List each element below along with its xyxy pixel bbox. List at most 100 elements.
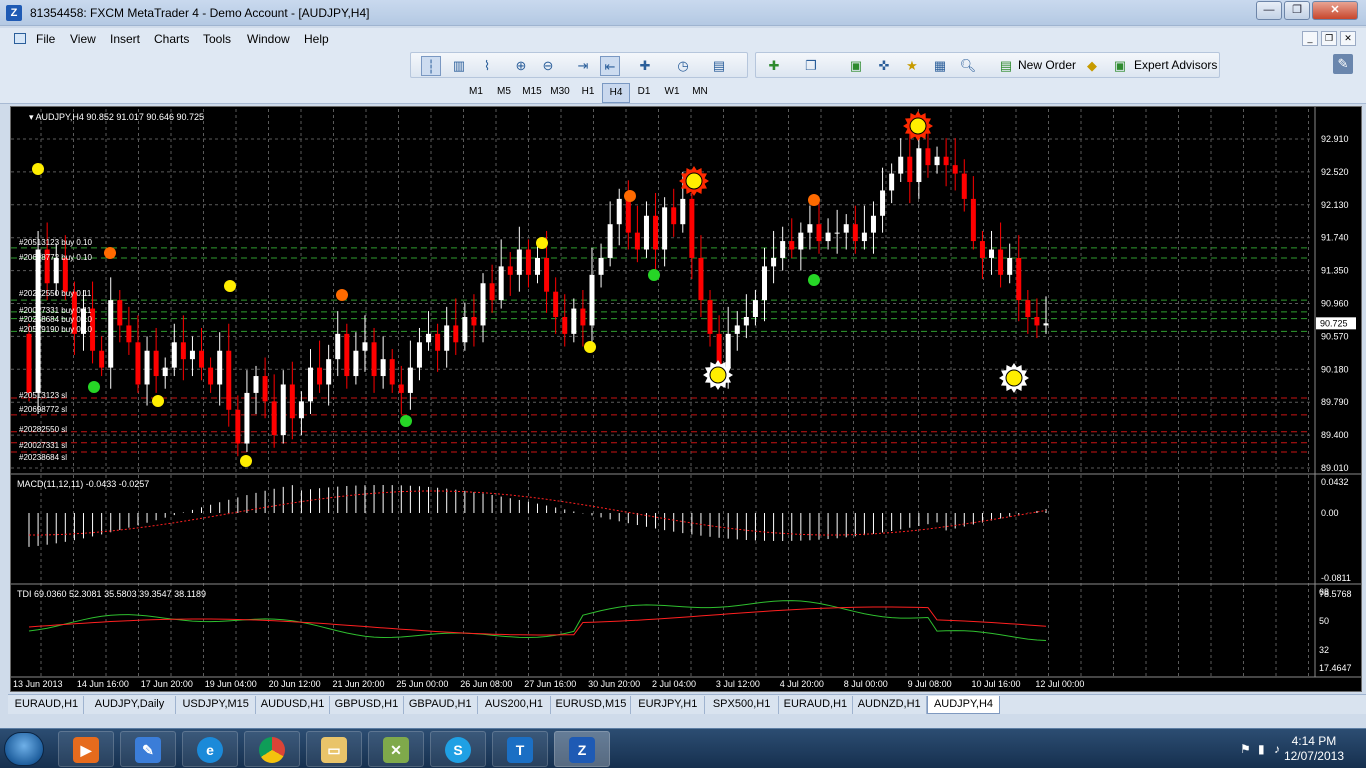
tf-h1[interactable]: H1 [574, 83, 602, 103]
date-label: 14 Jun 16:00 [77, 679, 129, 689]
price-chart-svg[interactable]: ▾ AUDJPY,H4 90.852 91.017 90.646 90.725 #… [11, 107, 1361, 691]
tf-mn[interactable]: MN [686, 83, 714, 103]
candle-body [771, 257, 777, 267]
signal-dot [88, 381, 100, 393]
tray-network-icon[interactable]: ▮ [1258, 742, 1265, 756]
taskbar-paint[interactable]: ✎ [120, 731, 176, 767]
maximize-button[interactable]: ❐ [1284, 1, 1310, 20]
tab-gbpusd-h1[interactable]: GBPUSD,H1 [330, 696, 404, 714]
candle-body [180, 342, 186, 360]
crosshair-icon[interactable]: ✜ [874, 56, 894, 76]
candlestick-icon[interactable]: ▥ [449, 56, 469, 76]
candle-body [271, 401, 277, 436]
menu-window[interactable]: Window [247, 32, 290, 46]
tf-h4[interactable]: H4 [602, 83, 630, 103]
candle-body [998, 249, 1004, 275]
candle-body [353, 350, 359, 377]
new-chart-icon[interactable]: ✚ [764, 56, 784, 76]
terminal-icon[interactable]: ▦ [930, 56, 950, 76]
date-label: 2 Jul 04:00 [652, 679, 696, 689]
warning-icon[interactable]: ◆ [1082, 56, 1102, 76]
expert-advisors-icon[interactable]: ▣ [1110, 56, 1130, 76]
profiles-icon[interactable]: ❐ [801, 56, 821, 76]
tf-d1[interactable]: D1 [630, 83, 658, 103]
candle-body [453, 325, 459, 343]
autoscroll-icon[interactable]: ⇥ [573, 56, 593, 76]
current-price-label: 90.725 [1320, 318, 1348, 328]
tab-euraud-h1[interactable]: EURAUD,H1 [10, 696, 84, 714]
taskbar-media-player[interactable]: ▶ [58, 731, 114, 767]
candle-body [117, 300, 123, 326]
bar-chart-icon[interactable]: ┆ [421, 56, 441, 76]
navigator-icon[interactable]: ★ [902, 56, 922, 76]
taskbar-internet-explorer[interactable]: e [182, 731, 238, 767]
system-clock[interactable]: 4:14 PM 12/07/2013 [1284, 734, 1344, 764]
tf-m5[interactable]: M5 [490, 83, 518, 103]
candle-body [662, 207, 668, 250]
tab-spx500-h1[interactable]: SPX500,H1 [705, 696, 779, 714]
tab-audusd-h1[interactable]: AUDUSD,H1 [256, 696, 330, 714]
templates-icon[interactable]: ▤ [709, 56, 729, 76]
chart-shift-icon[interactable]: ⇤ [600, 56, 620, 76]
title-bar[interactable]: Z 81354458: FXCM MetaTrader 4 - Demo Acc… [0, 0, 1366, 26]
candle-body [208, 367, 214, 385]
tf-m15[interactable]: M15 [518, 83, 546, 103]
child-minimize-button[interactable]: _ [1302, 31, 1318, 46]
new-order-icon[interactable]: ▤ [996, 56, 1016, 76]
tf-m1[interactable]: M1 [462, 83, 490, 103]
taskbar-network[interactable]: ✕ [368, 731, 424, 767]
line-chart-icon[interactable]: ⌇ [477, 56, 497, 76]
tf-w1[interactable]: W1 [658, 83, 686, 103]
zoom-out-icon[interactable]: ⊖ [538, 56, 558, 76]
candle-body [162, 367, 168, 377]
notifications-icon[interactable]: ✎ [1333, 54, 1353, 74]
candle-body [371, 342, 377, 377]
new-order-button[interactable]: New Order [1018, 58, 1076, 72]
tab-usdjpy-m15[interactable]: USDJPY,M15 [176, 696, 257, 714]
menu-view[interactable]: View [70, 32, 96, 46]
date-label: 30 Jun 20:00 [588, 679, 640, 689]
expert-advisors-button[interactable]: Expert Advisors [1134, 58, 1217, 72]
date-label: 19 Jun 04:00 [205, 679, 257, 689]
market-watch-icon[interactable]: ▣ [846, 56, 866, 76]
child-close-button[interactable]: ✕ [1340, 31, 1356, 46]
tab-audjpy-h4[interactable]: AUDJPY,H4 [926, 696, 1001, 714]
start-button[interactable] [4, 732, 44, 766]
tab-audjpy-daily[interactable]: AUDJPY,Daily [84, 696, 177, 714]
strategy-tester-icon[interactable]: 🔍︎ [958, 56, 978, 76]
tab-eurjpy-h1[interactable]: EURJPY,H1 [631, 696, 706, 714]
candle-body [317, 367, 323, 385]
candle-body [625, 198, 631, 233]
menu-insert[interactable]: Insert [110, 32, 140, 46]
tab-euraud-h1[interactable]: EURAUD,H1 [779, 696, 853, 714]
menu-help[interactable]: Help [304, 32, 329, 46]
child-restore-button[interactable]: ❐ [1321, 31, 1337, 46]
candle-body [752, 300, 758, 317]
bottom-signal-star-center [1005, 369, 1023, 387]
indicators-icon[interactable]: ✚ [635, 56, 655, 76]
taskbar-explorer[interactable]: ▭ [306, 731, 362, 767]
periods-clock-icon[interactable]: ◷ [673, 56, 693, 76]
menu-file[interactable]: File [36, 32, 55, 46]
tray-volume-icon[interactable]: ♪ [1274, 742, 1280, 756]
taskbar-skype[interactable]: S [430, 731, 486, 767]
zoom-in-icon[interactable]: ⊕ [511, 56, 531, 76]
menu-charts[interactable]: Charts [154, 32, 189, 46]
taskbar-metatrader[interactable]: Z [554, 731, 610, 767]
taskbar-app-t[interactable]: T [492, 731, 548, 767]
minimize-button[interactable]: — [1256, 1, 1282, 20]
menu-tools[interactable]: Tools [203, 32, 231, 46]
tray-flag-icon[interactable]: ⚑ [1240, 742, 1251, 756]
tab-audnzd-h1[interactable]: AUDNZD,H1 [853, 696, 927, 714]
candle-body [407, 367, 413, 393]
chart-area[interactable]: ▾ AUDJPY,H4 90.852 91.017 90.646 90.725 #… [10, 106, 1362, 692]
signal-dot [152, 395, 164, 407]
tab-gbpaud-h1[interactable]: GBPAUD,H1 [404, 696, 478, 714]
tab-aus200-h1[interactable]: AUS200,H1 [478, 696, 552, 714]
tf-m30[interactable]: M30 [546, 83, 574, 103]
taskbar-chrome[interactable] [244, 731, 300, 767]
candle-body [217, 350, 223, 385]
tab-eurusd-m15[interactable]: EURUSD,M15 [551, 696, 632, 714]
close-button[interactable]: ✕ [1312, 1, 1358, 20]
price-label: 91.350 [1321, 266, 1349, 276]
